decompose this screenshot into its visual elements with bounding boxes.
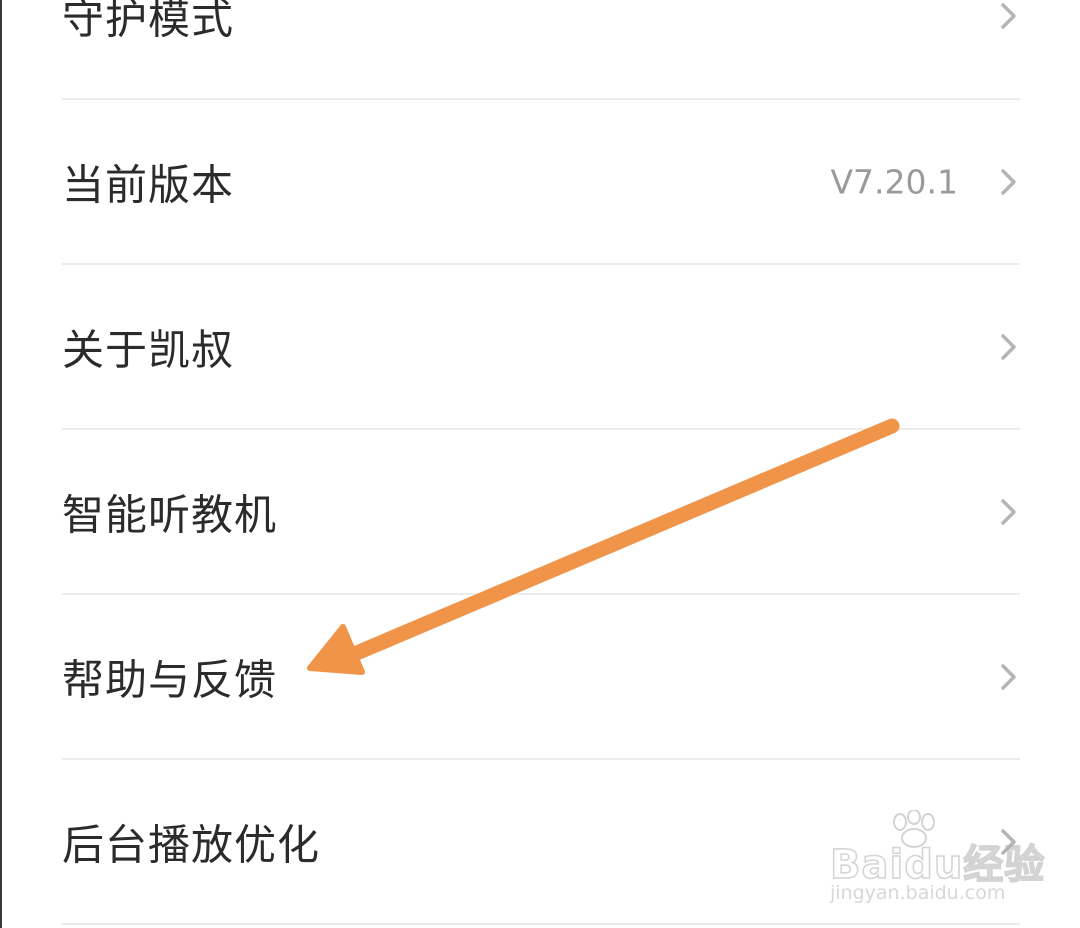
version-value: V7.20.1 [830, 162, 958, 202]
chevron-right-icon [1001, 169, 1016, 195]
baidu-jingyan-watermark: Baidu经验 jingyan.baidu.com [826, 810, 1045, 910]
watermark-url: jingyan.baidu.com [830, 882, 1006, 904]
row-label: 智能听教机 [62, 490, 278, 540]
chevron-right-icon [1001, 664, 1016, 690]
row-label: 后台播放优化 [62, 820, 321, 870]
chevron-right-icon [1001, 334, 1016, 360]
row-label: 关于凯叔 [62, 325, 235, 375]
settings-row-about-kaishu[interactable]: 关于凯叔 [0, 265, 1080, 429]
chevron-right-icon [1001, 499, 1016, 525]
settings-row-help-feedback[interactable]: 帮助与反馈 [0, 595, 1080, 759]
row-label: 守护模式 [62, 0, 235, 44]
chevron-right-icon [1001, 3, 1016, 29]
settings-row-current-version[interactable]: 当前版本 V7.20.1 [0, 100, 1080, 264]
settings-row-guard-mode[interactable]: 守护模式 [0, 0, 1080, 98]
row-divider [62, 923, 1020, 925]
row-label: 当前版本 [62, 160, 235, 210]
row-label: 帮助与反馈 [62, 655, 278, 705]
settings-row-smart-device[interactable]: 智能听教机 [0, 430, 1080, 594]
